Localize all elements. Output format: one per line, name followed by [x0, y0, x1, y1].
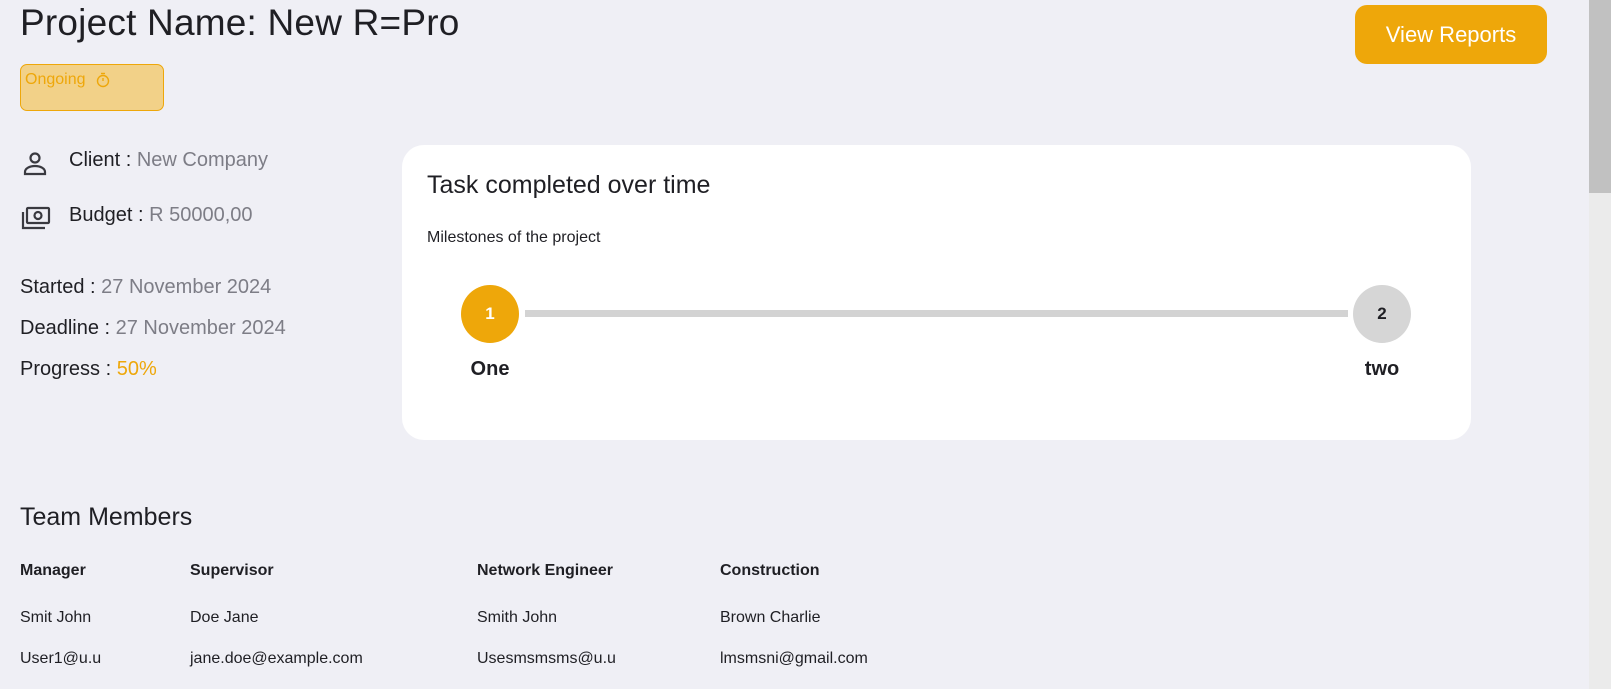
- progress-value: 50%: [116, 358, 157, 380]
- milestone-2-marker: 2: [1353, 285, 1411, 343]
- team-column-supervisor: Supervisor Doe Jane jane.doe@example.com: [190, 562, 363, 685]
- team-member-name: Smith John: [477, 609, 558, 626]
- milestone-1-label: One: [470, 358, 510, 380]
- user-icon: [22, 150, 48, 181]
- team-role: Network Engineer: [477, 562, 614, 579]
- budget-row: Budget : R 50000,00: [69, 204, 253, 227]
- status-label: Ongoing: [25, 71, 86, 88]
- page-title: Project Name: New R=Pro: [20, 2, 460, 43]
- scrollbar-thumb[interactable]: [1589, 0, 1611, 193]
- team-member-email: User1@u.u: [20, 650, 102, 667]
- started-row: Started : 27 November 2024: [20, 276, 271, 299]
- team-role: Construction: [720, 562, 820, 579]
- progress-label: Progress :: [20, 358, 112, 380]
- deadline-value: 27 November 2024: [115, 317, 286, 339]
- milestone-1-marker: 1: [461, 285, 519, 343]
- budget-value: R 50000,00: [149, 204, 253, 226]
- started-label: Started :: [20, 276, 96, 298]
- timer-icon: [96, 72, 110, 93]
- team-role: Supervisor: [190, 562, 274, 579]
- client-row: Client : New Company: [69, 149, 268, 172]
- team-member-name: Smit John: [20, 609, 92, 626]
- deadline-label: Deadline :: [20, 317, 111, 339]
- vertical-scrollbar[interactable]: [1589, 0, 1611, 689]
- milestones-card: Task completed over time Milestones of t…: [402, 145, 1471, 440]
- status-badge: Ongoing: [20, 64, 164, 111]
- deadline-row: Deadline : 27 November 2024: [20, 317, 286, 340]
- team-member-email: lmsmsni@gmail.com: [720, 650, 868, 667]
- progress-row: Progress : 50%: [20, 358, 157, 381]
- budget-label: Budget :: [69, 204, 144, 226]
- milestones-title: Task completed over time: [427, 171, 711, 199]
- team-member-email: jane.doe@example.com: [190, 650, 363, 667]
- view-reports-button[interactable]: View Reports: [1355, 5, 1547, 64]
- team-role: Manager: [20, 562, 86, 579]
- team-column-construction: Construction Brown Charlie lmsmsni@gmail…: [720, 562, 868, 685]
- client-value: New Company: [136, 149, 268, 171]
- team-column-network-engineer: Network Engineer Smith John Usesmsmsms@u…: [477, 562, 616, 685]
- team-members-title: Team Members: [20, 503, 193, 531]
- team-column-manager: Manager Smit John User1@u.u: [20, 562, 101, 685]
- milestone-connector: [525, 310, 1348, 317]
- client-label: Client :: [69, 149, 132, 171]
- started-value: 27 November 2024: [101, 276, 272, 298]
- money-icon: [21, 206, 51, 237]
- team-member-email: Usesmsmsms@u.u: [477, 650, 616, 667]
- milestones-subtitle: Milestones of the project: [427, 229, 601, 246]
- team-member-name: Doe Jane: [190, 609, 259, 626]
- team-member-name: Brown Charlie: [720, 609, 821, 626]
- milestone-2-label: two: [1364, 358, 1400, 380]
